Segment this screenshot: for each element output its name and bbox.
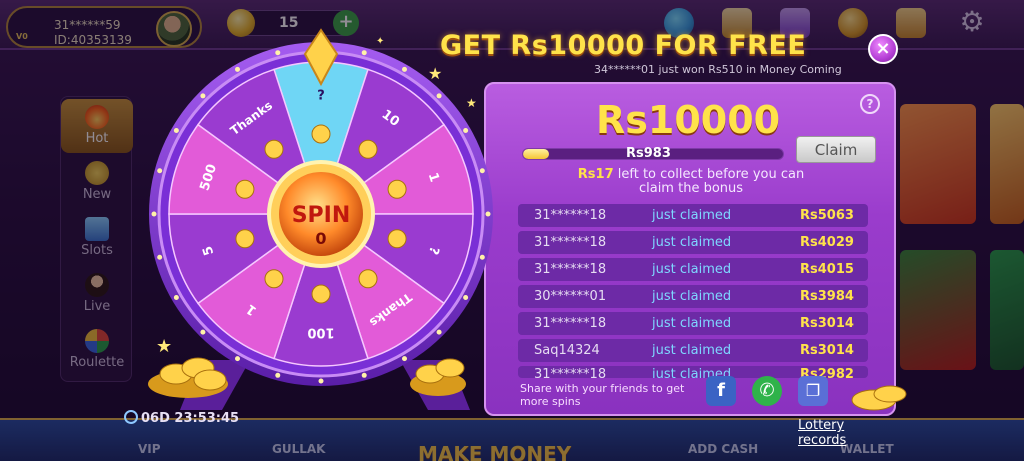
rim-light <box>200 93 206 99</box>
rim-light <box>275 372 281 378</box>
coin-prize-icon <box>358 269 378 289</box>
wheel-segment-label: 100 <box>307 325 334 340</box>
rim-light <box>173 295 179 300</box>
spin-wheel: ?101?Thanks10015500Thanks SPIN 0 <box>148 28 907 411</box>
rim-light <box>402 356 407 362</box>
spin-label[interactable]: SPIN <box>292 203 351 228</box>
coin-prize-icon <box>235 229 255 249</box>
coin-prize-icon <box>311 124 331 144</box>
rim-light <box>436 93 442 99</box>
rim-light <box>402 66 407 72</box>
clock-icon <box>124 410 138 424</box>
rim-light <box>200 329 206 335</box>
countdown-value: 06D 23:53:45 <box>141 411 240 426</box>
countdown-timer: 06D 23:53:45 <box>124 410 239 426</box>
rim-light <box>436 329 442 335</box>
coin-prize-icon <box>264 269 284 289</box>
coin-prize-icon <box>387 229 407 249</box>
rim-light <box>318 378 324 384</box>
rim-light <box>485 211 491 217</box>
rim-light <box>361 372 367 378</box>
coin-prize-icon <box>358 139 378 159</box>
rim-light <box>151 211 157 217</box>
rim-light <box>235 66 240 72</box>
rim-light <box>463 295 469 300</box>
rim-light <box>361 50 367 56</box>
rim-light <box>275 50 281 56</box>
wheel-segment-label: ? <box>317 89 325 104</box>
rim-light <box>157 254 163 260</box>
rim-light <box>479 168 485 174</box>
spins-left: 0 <box>315 229 326 248</box>
coin-prize-icon <box>235 179 255 199</box>
rim-light <box>235 356 240 362</box>
rim-light <box>479 254 485 260</box>
rim-light <box>463 128 469 133</box>
coin-prize-icon <box>264 139 284 159</box>
rim-light <box>157 168 163 174</box>
coin-prize-icon <box>311 284 331 304</box>
coin-prize-icon <box>387 179 407 199</box>
rim-light <box>173 128 179 133</box>
